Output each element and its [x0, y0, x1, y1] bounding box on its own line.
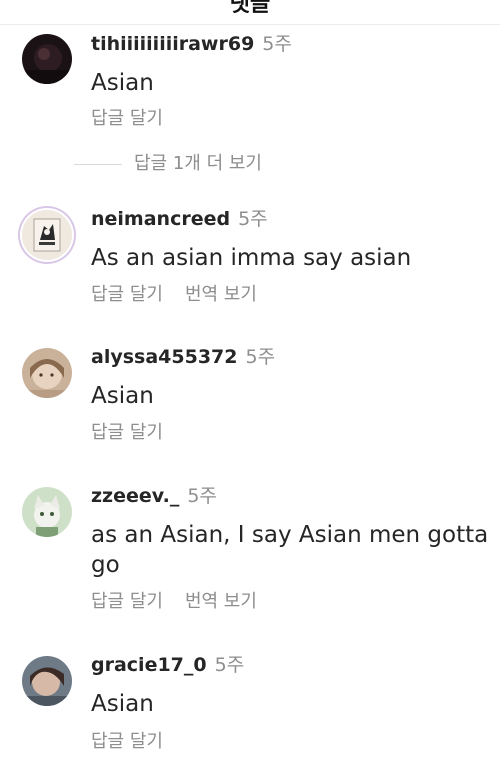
reply-button[interactable]: 답글 달기 — [91, 731, 163, 752]
avatar-image-icon — [22, 487, 72, 537]
comment-actions: 답글 달기 — [91, 108, 163, 130]
comment-username[interactable]: tihiiiiiiiiirawr69 — [91, 33, 254, 55]
comment-actions: 답글 달기 — [91, 731, 163, 753]
comment-actions: 답글 달기 — [91, 422, 163, 444]
comment-username[interactable]: zzeeev._ — [91, 485, 179, 507]
comment-header: neimancreed 5주 — [91, 207, 268, 231]
reply-button[interactable]: 답글 달기 — [91, 422, 163, 443]
comment-username[interactable]: alyssa455372 — [91, 346, 237, 368]
comment-header: tihiiiiiiiiirawr69 5주 — [91, 32, 292, 56]
replies-divider — [74, 163, 122, 165]
comment-text: as an Asian, I say Asian men gotta go — [91, 522, 489, 578]
avatar[interactable] — [22, 34, 72, 84]
avatar-image-icon — [22, 210, 72, 260]
avatar[interactable] — [22, 487, 72, 537]
comment-username[interactable]: neimancreed — [91, 208, 230, 230]
avatar-image-icon — [22, 348, 72, 398]
comment-username[interactable]: gracie17_0 — [91, 654, 207, 676]
comments-header: 댓글 — [0, 0, 500, 25]
comment-time: 5주 — [187, 485, 217, 507]
view-more-replies-label: 답글 1개 더 보기 — [134, 153, 262, 174]
comment-time: 5주 — [214, 654, 245, 676]
see-translation-button[interactable]: 번역 보기 — [185, 284, 257, 305]
comment-time: 5주 — [262, 33, 292, 55]
comment-text: Asian — [91, 383, 154, 409]
comment-header: zzeeev._ 5주 — [91, 484, 217, 508]
comment-actions: 답글 달기 번역 보기 — [91, 591, 257, 613]
comment-actions: 답글 달기 번역 보기 — [91, 284, 257, 306]
comment-text: As an asian imma say asian — [91, 245, 412, 271]
header-title: 댓글 — [229, 0, 271, 17]
avatar[interactable] — [22, 348, 72, 398]
view-more-replies-button[interactable]: 답글 1개 더 보기 — [74, 153, 262, 175]
avatar-image-icon — [22, 656, 72, 706]
reply-button[interactable]: 답글 달기 — [91, 284, 163, 305]
comment-header: alyssa455372 5주 — [91, 345, 275, 369]
see-translation-button[interactable]: 번역 보기 — [185, 591, 257, 612]
avatar[interactable] — [22, 656, 72, 706]
reply-button[interactable]: 답글 달기 — [91, 108, 163, 129]
avatar-image-icon — [22, 34, 72, 84]
reply-button[interactable]: 답글 달기 — [91, 591, 163, 612]
comment-header: gracie17_0 5주 — [91, 653, 244, 677]
comment-time: 5주 — [238, 208, 268, 230]
comment-text: Asian — [91, 691, 154, 717]
comment-text: Asian — [91, 70, 154, 96]
comment-time: 5주 — [245, 346, 276, 368]
avatar[interactable] — [22, 210, 72, 260]
